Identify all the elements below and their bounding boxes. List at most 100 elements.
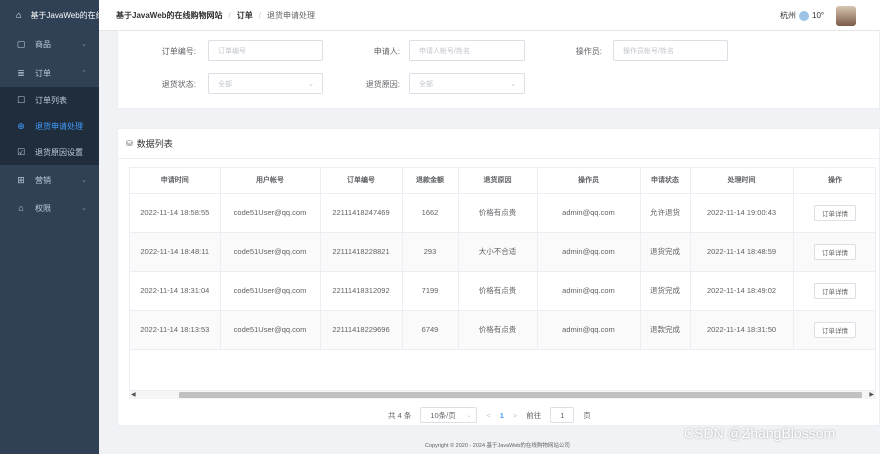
chevron-up-icon: ⌃ xyxy=(81,70,87,77)
cell-status: 退货完成 xyxy=(640,232,691,272)
cell-handle-time: 2022-11-14 18:48:59 xyxy=(690,232,794,272)
column-header-status: 申请状态 xyxy=(640,168,691,194)
sidebar-item-order[interactable]: ≣ 订单 ⌃ xyxy=(0,60,99,86)
cell-account: code51User@qq.com xyxy=(220,193,321,233)
chevron-down-icon: ⌄ xyxy=(81,41,87,48)
scroll-left-icon[interactable]: ◀ xyxy=(131,391,136,398)
scroll-right-icon[interactable]: ▶ xyxy=(869,391,874,398)
cell-apply-time: 2022-11-14 18:58:55 xyxy=(130,193,221,233)
chevron-down-icon: ⌄ xyxy=(81,177,87,184)
data-list-card: ⛁ 数据列表 申请时间 用户帐号 订单编号 退款金额 退货原因 操作员 申请状态… xyxy=(117,128,880,426)
sidebar-item-marketing[interactable]: ⊞ 营销 ⌄ xyxy=(0,167,99,193)
pagination: 共 4 条 10条/页 ⌄ < 1 > 前往 1 页 xyxy=(388,406,591,424)
breadcrumb-section[interactable]: 订单 xyxy=(237,10,253,21)
footer-copyright: Copyright © 2020 - 2024 基于JavaWeb的在线购物网站… xyxy=(425,443,570,449)
sidebar-item-return-reason[interactable]: ☑ 退货原因设置 xyxy=(0,139,99,165)
column-header-account: 用户帐号 xyxy=(220,168,321,194)
avatar[interactable] xyxy=(836,6,856,26)
goto-page-value: 1 xyxy=(560,410,565,420)
cell-apply-time: 2022-11-14 18:48:11 xyxy=(130,232,221,272)
page-number-current[interactable]: 1 xyxy=(500,411,504,420)
next-page-button[interactable]: > xyxy=(513,411,517,420)
return-reason-icon: ☑ xyxy=(16,146,26,157)
chevron-down-icon: ⌄ xyxy=(466,412,472,419)
sidebar-item-permission[interactable]: ⌂ 权限 ⌄ xyxy=(0,195,99,221)
applicant-placeholder: 申请人帐号/姓名 xyxy=(419,47,470,55)
order-detail-button[interactable]: 订单详情 xyxy=(814,204,856,221)
horizontal-scrollbar[interactable]: ◀ ▶ xyxy=(129,390,876,399)
return-reason-select[interactable]: 全部 ⌄ xyxy=(409,73,525,94)
cell-operator: admin@qq.com xyxy=(537,232,641,272)
sidebar-item-label: 订单 xyxy=(35,68,51,78)
prev-page-button[interactable]: < xyxy=(486,411,490,420)
chevron-down-icon: ⌄ xyxy=(308,80,314,88)
goto-page-input[interactable]: 1 xyxy=(550,407,575,423)
marketing-icon: ⊞ xyxy=(17,174,25,185)
order-detail-button[interactable]: 订单详情 xyxy=(814,321,856,338)
cell-amount: 1662 xyxy=(402,193,459,233)
cell-account: code51User@qq.com xyxy=(220,310,321,350)
cell-operator: admin@qq.com xyxy=(537,310,641,350)
list-title-text: 数据列表 xyxy=(136,139,173,149)
return-reason-label: 退货原因: xyxy=(365,80,400,89)
database-icon: ⛁ xyxy=(126,139,133,148)
applicant-input[interactable]: 申请人帐号/姓名 xyxy=(409,40,525,61)
column-header-action: 操作 xyxy=(793,168,875,194)
column-header-reason: 退货原因 xyxy=(458,168,538,194)
table-header-row: 申请时间 用户帐号 订单编号 退款金额 退货原因 操作员 申请状态 处理时间 操… xyxy=(130,168,875,194)
search-panel: 订单编号: 订单编号 申请人: 申请人帐号/姓名 操作员: 操作员帐号/姓名 退… xyxy=(117,31,880,109)
cell-handle-time: 2022-11-14 18:31:50 xyxy=(690,310,794,350)
cell-action: 订单详情 xyxy=(793,310,875,350)
cell-operator: admin@qq.com xyxy=(537,193,641,233)
list-title: ⛁ 数据列表 xyxy=(126,137,173,150)
watermark: CSDN @ZhangBlossom xyxy=(684,425,836,441)
column-header-amount: 退款金额 xyxy=(402,168,459,194)
breadcrumb-separator: / xyxy=(228,11,231,20)
chevron-down-icon: ⌄ xyxy=(81,205,87,212)
breadcrumb-site[interactable]: 基于JavaWeb的在线购物网站 xyxy=(116,10,223,21)
sidebar-item-order-list[interactable]: ☐ 订单列表 xyxy=(0,87,99,113)
breadcrumb-current: 退货申请处理 xyxy=(267,11,316,20)
goods-icon: ▢ xyxy=(16,38,26,49)
cell-amount: 293 xyxy=(402,232,459,272)
cell-order-no: 22111418312092 xyxy=(320,271,403,311)
table-row: 2022-11-14 18:48:11 code51User@qq.com 22… xyxy=(130,232,875,272)
column-header-order-no: 订单编号 xyxy=(320,168,403,194)
cell-handle-time: 2022-11-14 19:00:43 xyxy=(690,193,794,233)
cell-amount: 7199 xyxy=(402,271,459,311)
sidebar: ⌂ 基于JavaWeb的在线购物网站 ▢ 商品 ⌄ ≣ 订单 ⌃ ☐ 订单列表 … xyxy=(0,0,99,454)
cell-amount: 6749 xyxy=(402,310,459,350)
operator-label: 操作员: xyxy=(575,47,602,56)
sidebar-item-label: 商品 xyxy=(35,39,51,49)
operator-placeholder: 操作员帐号/姓名 xyxy=(623,47,674,55)
return-apply-table: 申请时间 用户帐号 订单编号 退款金额 退货原因 操作员 申请状态 处理时间 操… xyxy=(129,167,876,399)
table-row: 2022-11-14 18:58:55 code51User@qq.com 22… xyxy=(130,193,875,233)
cell-reason: 价格有点贵 xyxy=(458,310,538,350)
column-header-handle-time: 处理时间 xyxy=(690,168,794,194)
table-row: 2022-11-14 18:13:53 code51User@qq.com 22… xyxy=(130,310,875,350)
operator-input[interactable]: 操作员帐号/姓名 xyxy=(613,40,728,61)
column-header-operator: 操作员 xyxy=(537,168,641,194)
cell-apply-time: 2022-11-14 18:13:53 xyxy=(130,310,221,350)
applicant-label: 申请人: xyxy=(373,47,400,56)
top-header: 基于JavaWeb的在线购物网站 / 订单 / 退货申请处理 杭州 10° xyxy=(99,0,880,31)
order-detail-button[interactable]: 订单详情 xyxy=(814,243,856,260)
page-size-select[interactable]: 10条/页 ⌄ xyxy=(420,407,478,423)
breadcrumb-separator: / xyxy=(258,11,262,20)
cell-order-no: 22111418229696 xyxy=(320,310,403,350)
sidebar-item-home[interactable]: ⌂ 基于JavaWeb的在线购物网站 xyxy=(0,2,99,28)
cell-reason: 价格有点贵 xyxy=(458,271,538,311)
order-detail-button[interactable]: 订单详情 xyxy=(814,282,856,299)
return-reason-value: 全部 xyxy=(419,80,433,88)
sidebar-item-goods[interactable]: ▢ 商品 ⌄ xyxy=(0,31,99,57)
chevron-down-icon: ⌄ xyxy=(510,80,516,88)
cell-status: 退货完成 xyxy=(640,271,691,311)
order-no-input[interactable]: 订单编号 xyxy=(208,40,323,61)
sidebar-item-label: 退货申请处理 xyxy=(35,121,83,131)
return-status-value: 全部 xyxy=(218,80,232,88)
sidebar-item-return-apply[interactable]: ⊕ 退货申请处理 xyxy=(0,113,99,139)
divider xyxy=(118,158,880,159)
return-status-select[interactable]: 全部 ⌄ xyxy=(208,73,323,94)
scrollbar-thumb[interactable] xyxy=(179,392,862,398)
weather-temperature: 10° xyxy=(812,11,825,20)
